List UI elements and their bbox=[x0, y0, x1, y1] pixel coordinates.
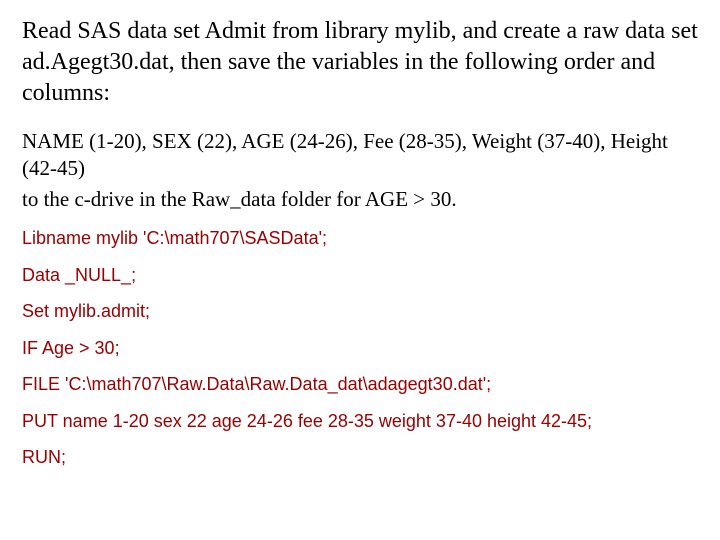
code-if: IF Age > 30; bbox=[22, 337, 698, 360]
code-set: Set mylib.admit; bbox=[22, 300, 698, 323]
column-spec: NAME (1-20), SEX (22), AGE (24-26), Fee … bbox=[22, 128, 698, 183]
slide: Read SAS data set Admit from library myl… bbox=[0, 0, 720, 493]
code-run: RUN; bbox=[22, 446, 698, 469]
code-libname: Libname mylib 'C:\math707\SASData'; bbox=[22, 227, 698, 250]
code-data-step: Data _NULL_; bbox=[22, 264, 698, 287]
code-file: FILE 'C:\math707\Raw.Data\Raw.Data_dat\a… bbox=[22, 373, 698, 396]
code-put: PUT name 1-20 sex 22 age 24-26 fee 28-35… bbox=[22, 410, 698, 433]
intro-paragraph: Read SAS data set Admit from library myl… bbox=[22, 16, 698, 110]
destination-line: to the c-drive in the Raw_data folder fo… bbox=[22, 186, 698, 213]
